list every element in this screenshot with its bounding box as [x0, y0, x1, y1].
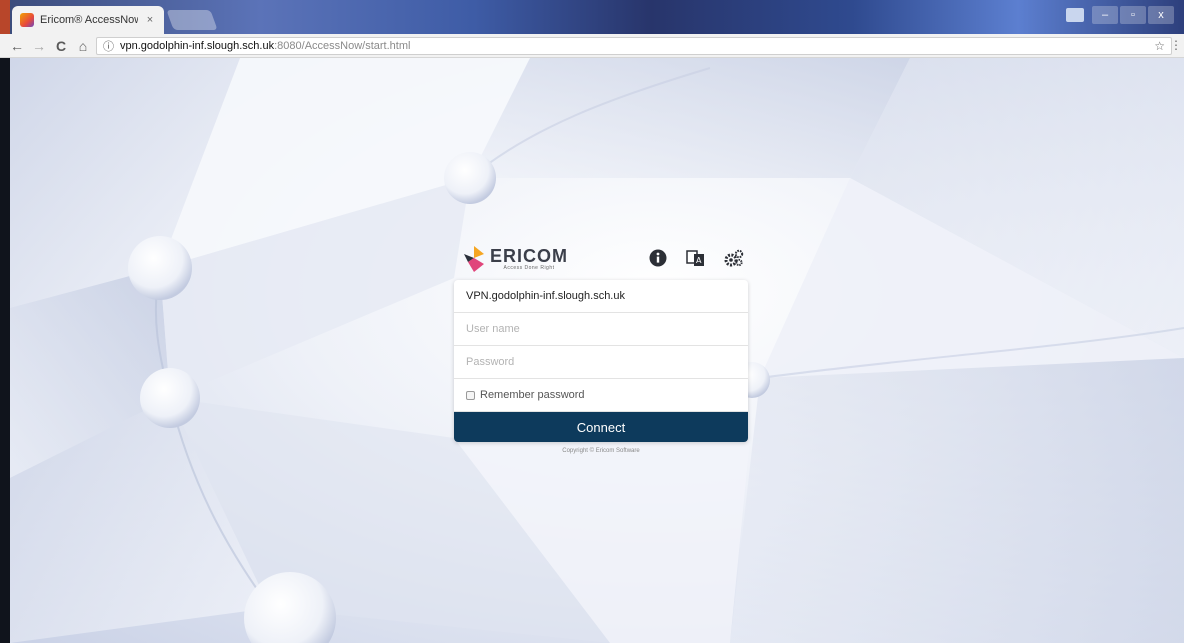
remember-password-row[interactable]: Remember password	[454, 379, 748, 412]
settings-gears-icon[interactable]	[724, 248, 744, 268]
tab-title: Ericom® AccessNow™	[40, 14, 138, 26]
close-window-button[interactable]: x	[1148, 6, 1174, 24]
forward-button[interactable]: →	[28, 35, 50, 57]
maximize-button[interactable]: ▫	[1120, 6, 1146, 24]
password-input[interactable]	[466, 356, 736, 368]
window-edge	[0, 0, 10, 34]
svg-text:A: A	[696, 256, 702, 265]
login-form: VPN.godolphin-inf.slough.sch.uk Remember…	[454, 280, 748, 442]
ericom-logo-mark-icon	[460, 244, 488, 274]
ericom-favicon-icon	[20, 13, 34, 27]
browser-menu-icon[interactable]: ⋮	[1170, 38, 1182, 52]
language-icon[interactable]: A	[686, 248, 706, 268]
minimize-button[interactable]: –	[1092, 6, 1118, 24]
page-content: ERICOM Access Done Right A VPN.godolphin…	[10, 58, 1184, 643]
tab-close-icon[interactable]: ×	[144, 14, 156, 26]
ericom-logo: ERICOM Access Done Right	[460, 244, 568, 274]
remember-password-checkbox[interactable]	[466, 390, 475, 400]
site-info-icon[interactable]: ⓘ	[103, 38, 114, 54]
info-icon[interactable]	[648, 248, 668, 268]
remember-password-label: Remember password	[480, 389, 585, 401]
login-header: ERICOM Access Done Right A	[454, 238, 748, 280]
copyright-text: Copyright © Ericom Software	[562, 448, 640, 454]
home-button[interactable]: ⌂	[72, 35, 94, 57]
address-bar[interactable]: ⓘ vpn.godolphin-inf.slough.sch.uk :8080/…	[96, 37, 1172, 55]
bookmark-star-icon[interactable]: ☆	[1154, 39, 1165, 53]
username-field[interactable]	[454, 313, 748, 346]
header-icons: A	[648, 248, 744, 268]
browser-toolbar: ← → C ⌂ ⓘ vpn.godolphin-inf.slough.sch.u…	[0, 34, 1184, 58]
login-panel: ERICOM Access Done Right A VPN.godolphin…	[454, 238, 748, 454]
reload-button[interactable]: C	[50, 35, 72, 57]
browser-title-bar: Ericom® AccessNow™ × – ▫ x	[0, 0, 1184, 34]
logo-name: ERICOM	[490, 246, 568, 266]
connect-button[interactable]: Connect	[454, 412, 748, 442]
url-host: vpn.godolphin-inf.slough.sch.uk	[120, 40, 275, 52]
password-field[interactable]	[454, 346, 748, 379]
browser-tab[interactable]: Ericom® AccessNow™ ×	[12, 6, 164, 34]
url-path: :8080/AccessNow/start.html	[274, 40, 411, 52]
username-input[interactable]	[466, 323, 736, 335]
new-tab-button[interactable]	[166, 10, 218, 30]
user-profile-icon[interactable]	[1066, 8, 1084, 22]
window-controls: – ▫ x	[1092, 6, 1174, 24]
server-value: VPN.godolphin-inf.slough.sch.uk	[466, 290, 625, 302]
back-button[interactable]: ←	[6, 35, 28, 57]
server-field[interactable]: VPN.godolphin-inf.slough.sch.uk	[454, 280, 748, 313]
